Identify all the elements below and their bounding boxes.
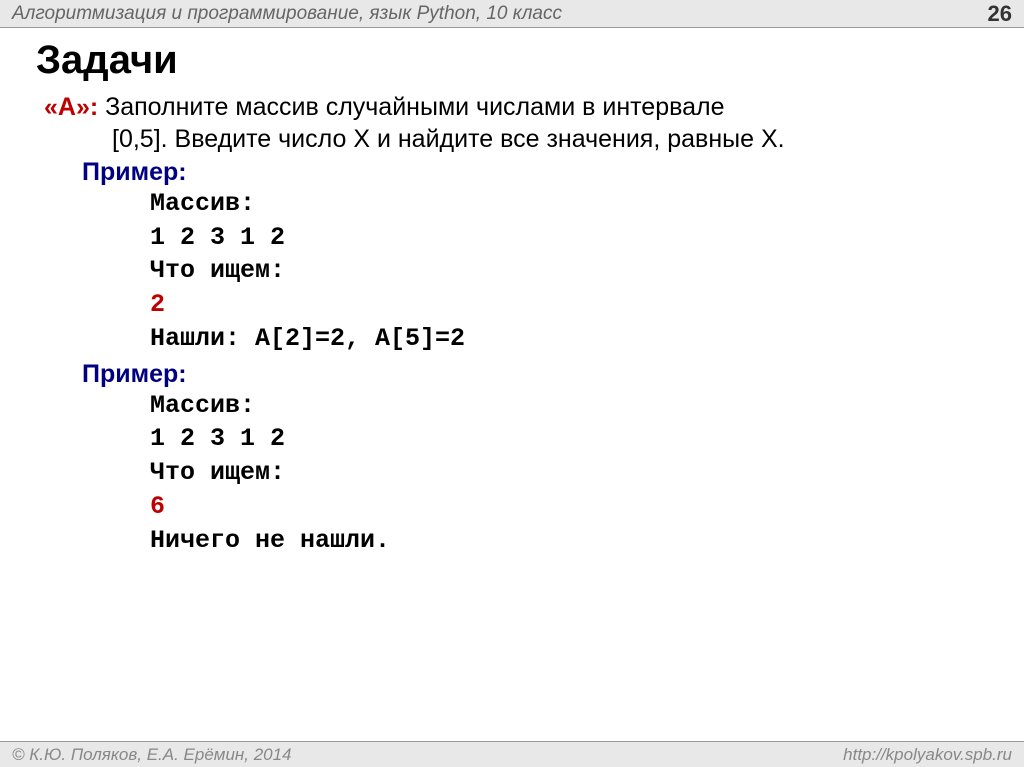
example-label-2: Пример: xyxy=(82,360,984,389)
ex1-line5: Нашли: A[2]=2, A[5]=2 xyxy=(150,322,984,356)
example-label-1: Пример: xyxy=(82,158,984,187)
footer-url: http://kpolyakov.spb.ru xyxy=(843,745,1012,765)
ex1-line1: Массив: xyxy=(150,187,984,221)
slide-title: Задачи xyxy=(36,38,984,83)
footer-copyright: © К.Ю. Поляков, Е.А. Ерёмин, 2014 xyxy=(12,745,292,765)
slide-header: Алгоритмизация и программирование, язык … xyxy=(0,0,1024,28)
ex2-line1: Массив: xyxy=(150,389,984,423)
header-title: Алгоритмизация и программирование, язык … xyxy=(12,3,562,25)
ex1-line4: 2 xyxy=(150,288,984,322)
task-label: «A»: xyxy=(44,93,98,121)
ex1-line3: Что ищем: xyxy=(150,254,984,288)
ex2-line3: Что ищем: xyxy=(150,456,984,490)
page-number: 26 xyxy=(988,1,1012,27)
task-desc-1: Заполните массив случайными числами в ин… xyxy=(98,93,724,121)
ex2-line4: 6 xyxy=(150,490,984,524)
ex2-line5: Ничего не нашли. xyxy=(150,524,984,558)
ex1-line2: 1 2 3 1 2 xyxy=(150,221,984,255)
ex2-line2: 1 2 3 1 2 xyxy=(150,422,984,456)
slide-content: Задачи «A»: Заполните массив случайными … xyxy=(0,28,1024,577)
task-line-1: «A»: Заполните массив случайными числами… xyxy=(44,91,984,125)
slide-footer: © К.Ю. Поляков, Е.А. Ерёмин, 2014 http:/… xyxy=(0,741,1024,767)
task-desc-2: [0,5]. Введите число X и найдите все зна… xyxy=(112,125,984,154)
